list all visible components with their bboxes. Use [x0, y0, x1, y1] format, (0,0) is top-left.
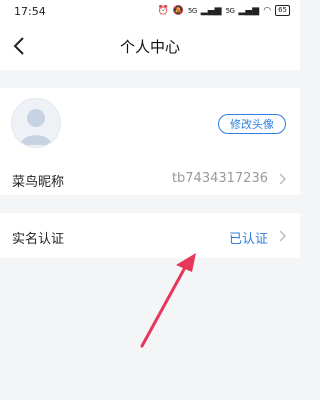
profile-card: 修改头像 菜鸟昵称 tb7434317236 [0, 88, 300, 195]
nickname-row[interactable]: 菜鸟昵称 tb7434317236 [0, 165, 300, 193]
status-time: 17:54 [14, 5, 46, 18]
status-icons: ⏰ 🔕 5G ▂▄▆ 5G ▂▄▆ ◠ 65 [157, 5, 290, 16]
chevron-right-icon [279, 230, 286, 242]
page-title: 个人中心 [119, 38, 180, 56]
signal-icon-2: ▂▄▆ [238, 5, 260, 16]
mute-icon: 🔕 [172, 5, 184, 16]
signal-icon: ▂▄▆ [200, 5, 222, 16]
nickname-label: 菜鸟昵称 [12, 175, 65, 190]
nav-bar: 个人中心 [0, 22, 300, 70]
alarm-icon: ⏰ [157, 5, 169, 16]
battery-icon: 65 [275, 5, 290, 16]
verification-row[interactable]: 实名认证 已认证 [0, 222, 300, 250]
change-avatar-button[interactable]: 修改头像 [218, 114, 286, 134]
wifi-icon: ◠ [263, 5, 272, 16]
user-avatar-icon [20, 109, 52, 145]
nickname-value: tb7434317236 [171, 171, 268, 186]
status-bar: 17:54 ⏰ 🔕 5G ▂▄▆ 5G ▂▄▆ ◠ 65 [0, 0, 300, 22]
chevron-right-icon [279, 173, 286, 185]
verification-label: 实名认证 [12, 232, 65, 247]
verification-status: 已认证 [228, 232, 268, 247]
signal-label-2: 5G [225, 6, 235, 15]
signal-label-1: 5G [187, 6, 197, 15]
verification-card: 实名认证 已认证 [0, 213, 300, 258]
avatar[interactable] [11, 98, 61, 148]
